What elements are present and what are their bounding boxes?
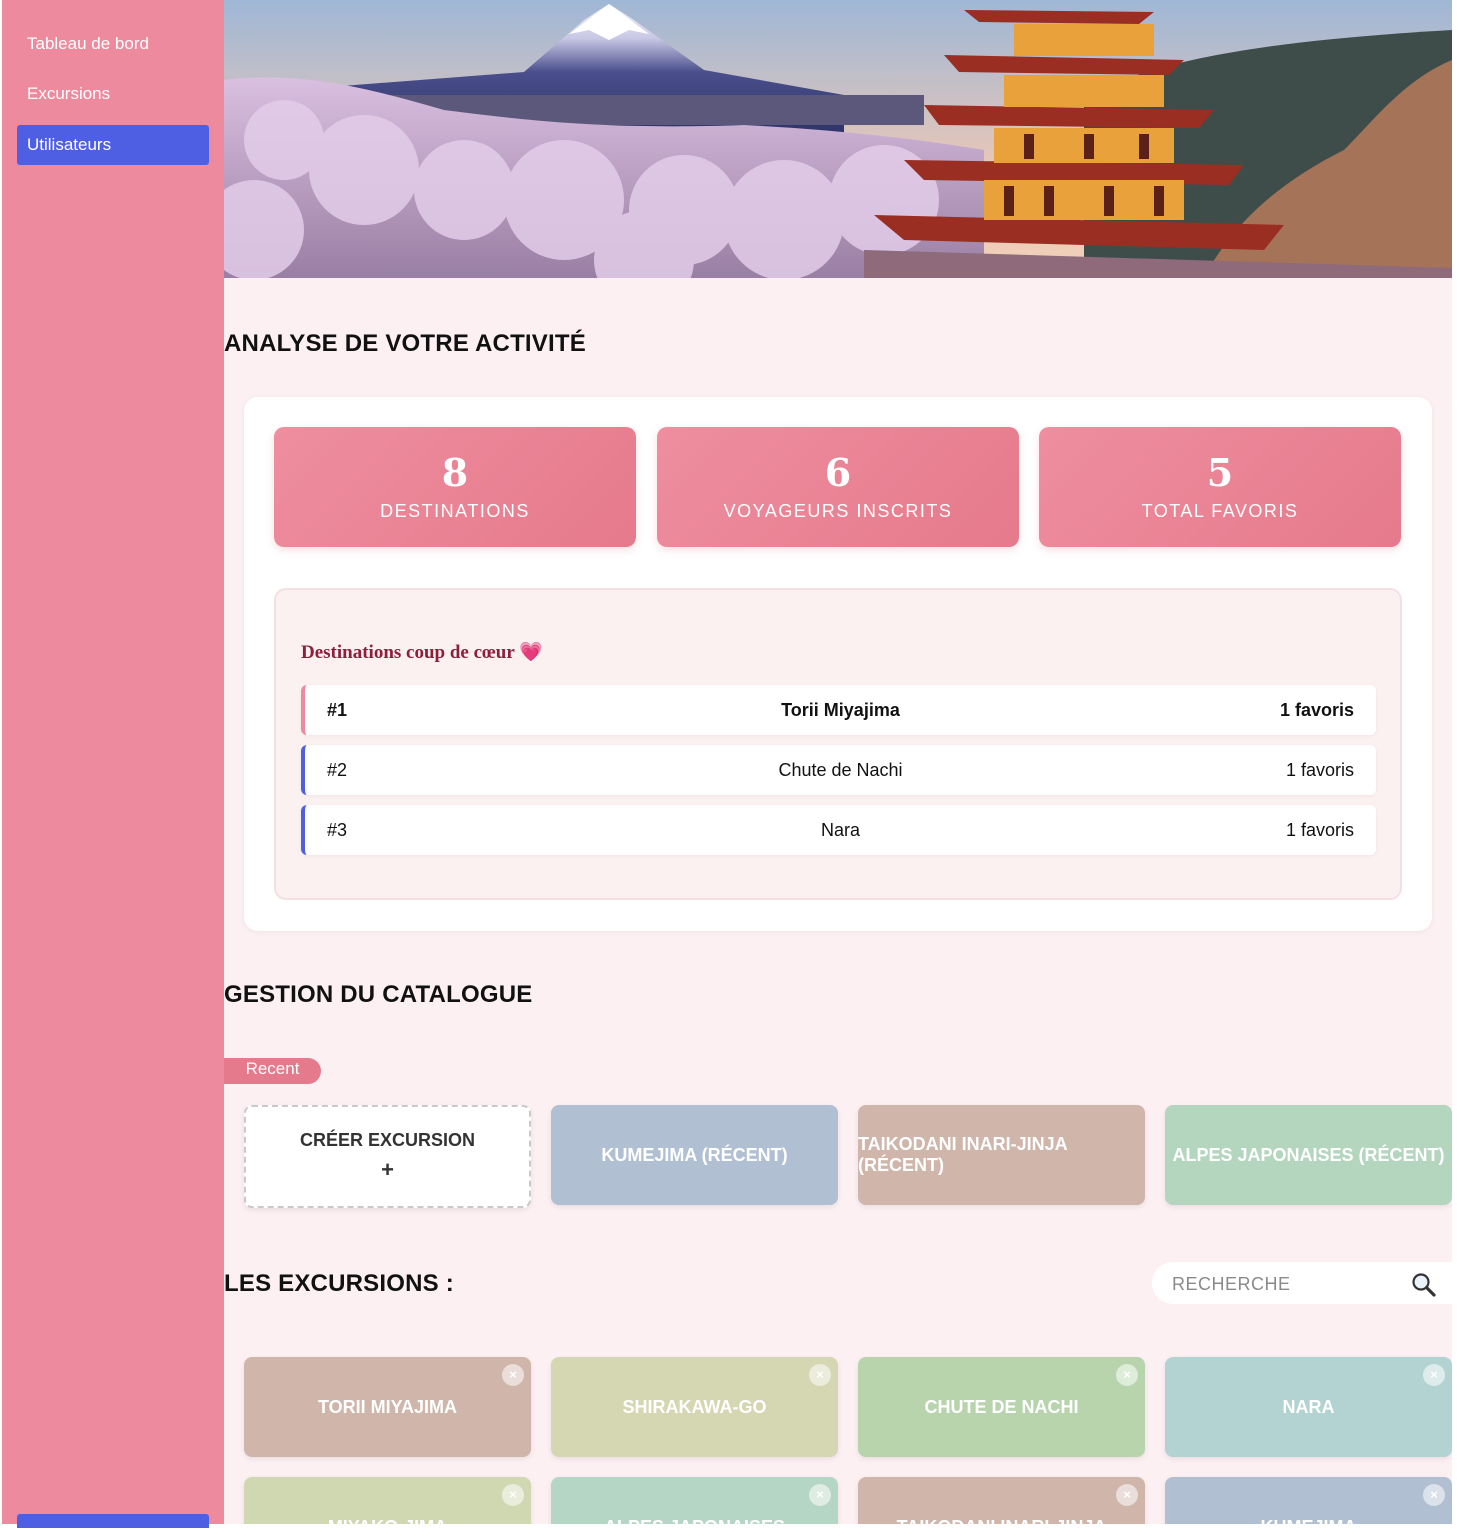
stat-value: 5 xyxy=(1206,450,1234,495)
ranking-name: Nara xyxy=(820,820,860,840)
plus-icon: + xyxy=(381,1157,394,1182)
stat-label: VOYAGEURS INSCRITS xyxy=(723,501,953,521)
excursions-title: LES EXCURSIONS : xyxy=(224,1270,454,1297)
create-excursion-label: Créer excursion xyxy=(299,1130,476,1150)
recent-card[interactable]: Alpes Japonaises (Récent) xyxy=(1165,1105,1452,1205)
sidebar-item-users[interactable]: Utilisateurs xyxy=(17,125,209,165)
favorite-destinations-box: Destinations coup de cœur 💗 Torii Miyaji… xyxy=(274,588,1402,900)
excursion-card-label: Kumejima xyxy=(1260,1517,1356,1525)
excursion-card[interactable]: Kumejima × xyxy=(1165,1477,1452,1524)
excursion-card[interactable]: Chute de Nachi × xyxy=(858,1357,1145,1457)
ranking-position: #1 xyxy=(327,700,348,720)
sidebar-item-excursions[interactable]: Excursions xyxy=(17,74,209,114)
stat-card-destinations: 8 DESTINATIONS xyxy=(274,427,636,547)
catalogue-title: GESTION DU CATALOGUE xyxy=(224,981,533,1008)
ranking-name: Chute de Nachi xyxy=(778,760,903,780)
excursion-card[interactable]: Nara × xyxy=(1165,1357,1452,1457)
excursion-card[interactable]: Torii Miyajima × xyxy=(244,1357,531,1457)
ranking-row: Chute de Nachi #2 1 favoris xyxy=(301,745,1376,795)
create-excursion-button[interactable]: Créer excursion + xyxy=(244,1105,531,1208)
stat-value: 6 xyxy=(824,450,852,495)
recent-card-label: Alpes Japonaises (Récent) xyxy=(1172,1144,1445,1165)
search-box xyxy=(1152,1262,1452,1304)
ranking-position: #3 xyxy=(327,820,348,840)
stat-card-favorites: 5 TOTAL FAVORIS xyxy=(1039,427,1401,547)
excursion-card-label: Alpes Japonaises xyxy=(604,1517,785,1525)
close-icon[interactable]: × xyxy=(1423,1364,1445,1386)
recent-card[interactable]: Kumejima (Récent) xyxy=(551,1105,838,1205)
analysis-panel: 8 DESTINATIONS 6 VOYAGEURS INSCRITS 5 TO… xyxy=(244,397,1432,931)
excursion-card-label: Nara xyxy=(1282,1396,1335,1417)
excursion-card-label: Chute de Nachi xyxy=(924,1396,1079,1417)
ranking-position: #2 xyxy=(327,760,348,780)
excursion-card-label: Torii Miyajima xyxy=(317,1396,458,1417)
magnifier-icon[interactable] xyxy=(1410,1271,1438,1299)
ranking-name: Torii Miyajima xyxy=(781,700,900,720)
sidebar-item-dashboard[interactable]: Tableau de bord xyxy=(17,24,209,64)
stat-card-travelers: 6 VOYAGEURS INSCRITS xyxy=(657,427,1019,547)
ranking-row: Torii Miyajima #1 1 favoris xyxy=(301,685,1376,735)
ranking-count: 1 favoris xyxy=(1285,820,1354,840)
excursion-card[interactable]: Shirakawa-go × xyxy=(551,1357,838,1457)
recent-card-label: Kumejima (Récent) xyxy=(601,1144,788,1165)
recent-card[interactable]: Taikodani Inari-Jinja (Récent) xyxy=(858,1105,1145,1205)
sidebar-bottom-button[interactable] xyxy=(17,1514,209,1528)
stat-label: DESTINATIONS xyxy=(380,501,530,521)
page-edge xyxy=(1452,0,1457,1524)
close-icon[interactable]: × xyxy=(502,1484,524,1506)
excursion-card[interactable]: Taikodani Inari-Jinja × xyxy=(858,1477,1145,1524)
stat-label: TOTAL FAVORIS xyxy=(1141,501,1299,521)
stat-value: 8 xyxy=(441,450,469,495)
favorites-title: Destinations coup de cœur 💗 xyxy=(301,642,543,663)
close-icon[interactable]: × xyxy=(809,1484,831,1506)
recent-card-label: Taikodani Inari-Jinja (Récent) xyxy=(858,1134,1068,1175)
search-input[interactable] xyxy=(1170,1270,1394,1298)
close-icon[interactable]: × xyxy=(809,1364,831,1386)
analysis-title: ANALYSE DE VOTRE ACTIVITÉ xyxy=(224,330,586,357)
excursion-card-label: Miyako-jima xyxy=(328,1517,447,1525)
close-icon[interactable]: × xyxy=(1423,1484,1445,1506)
sidebar: Tableau de bord Excursions Utilisateurs xyxy=(2,0,224,1528)
excursion-card[interactable]: Alpes Japonaises × xyxy=(551,1477,838,1524)
excursion-card[interactable]: Miyako-jima × xyxy=(244,1477,531,1524)
hero-banner-image xyxy=(224,0,1452,278)
recent-tag[interactable]: Recent xyxy=(224,1058,321,1084)
ranking-count: 1 favoris xyxy=(1279,700,1354,720)
close-icon[interactable]: × xyxy=(1116,1364,1138,1386)
ranking-row: Nara #3 1 favoris xyxy=(301,805,1376,855)
excursion-card-label: Taikodani Inari-Jinja xyxy=(897,1517,1107,1525)
close-icon[interactable]: × xyxy=(502,1364,524,1386)
excursion-card-label: Shirakawa-go xyxy=(622,1396,767,1417)
main-content: ANALYSE DE VOTRE ACTIVITÉ 8 DESTINATIONS… xyxy=(224,0,1452,1524)
close-icon[interactable]: × xyxy=(1116,1484,1138,1506)
ranking-count: 1 favoris xyxy=(1285,760,1354,780)
